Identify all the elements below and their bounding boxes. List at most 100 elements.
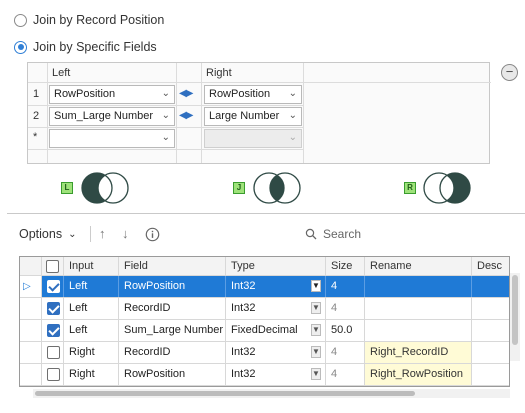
right-field-select[interactable]: RowPosition ⌄	[204, 85, 302, 104]
column-header-input[interactable]: Input	[64, 257, 119, 275]
search-field[interactable]: Search	[305, 227, 361, 241]
right-column-header: Right	[206, 67, 232, 79]
panel-divider	[7, 213, 525, 214]
table-row[interactable]: Right RecordID Int32 ▼ 4 Right_RecordID	[20, 342, 509, 364]
description-cell[interactable]	[472, 364, 509, 385]
type-dropdown-arrow-icon[interactable]: ▼	[311, 346, 321, 358]
input-cell: Left	[64, 276, 119, 297]
include-cell[interactable]	[42, 276, 64, 297]
swap-arrows-icon: ◀▶	[179, 88, 193, 99]
select-all-checkbox[interactable]	[46, 260, 59, 273]
chevron-down-icon: ⌄	[161, 110, 170, 121]
include-cell[interactable]	[42, 342, 64, 363]
join-output-tag: J	[233, 182, 245, 194]
description-cell[interactable]	[472, 320, 509, 341]
size-cell[interactable]: 4	[326, 276, 365, 297]
right-field-select[interactable]: Large Number ⌄	[204, 107, 302, 126]
right-output-tag: R	[404, 182, 416, 194]
type-cell[interactable]: Int32 ▼	[226, 298, 326, 319]
type-cell[interactable]: Int32 ▼	[226, 364, 326, 385]
move-down-arrow-icon[interactable]: ↓	[122, 226, 129, 241]
size-cell[interactable]: 4	[326, 364, 365, 385]
chevron-down-icon: ⌄	[161, 88, 170, 99]
include-cell[interactable]	[42, 320, 64, 341]
field-selection-table: Input Field Type Size Rename Desc ▷ Left…	[19, 256, 510, 387]
type-value: Int32	[231, 368, 256, 380]
column-header-field[interactable]: Field	[119, 257, 226, 275]
horizontal-scrollbar[interactable]	[33, 389, 510, 398]
include-cell[interactable]	[42, 364, 64, 385]
include-checkbox[interactable]	[47, 368, 60, 381]
rename-cell[interactable]: Right_RowPosition	[365, 364, 472, 385]
include-checkbox[interactable]	[47, 302, 60, 315]
table-row[interactable]: ▷ Left RowPosition Int32 ▼ 4	[20, 276, 509, 298]
type-dropdown-arrow-icon[interactable]: ▼	[311, 280, 321, 292]
left-field-select[interactable]: ⌄	[49, 129, 175, 148]
specific-fields-radio[interactable]	[14, 40, 27, 54]
type-dropdown-arrow-icon[interactable]: ▼	[311, 302, 321, 314]
join-fields-grid: Left Right 1 RowPosition ⌄ ◀▶ RowPositio…	[27, 62, 491, 164]
include-checkbox[interactable]	[47, 280, 60, 293]
type-dropdown-arrow-icon[interactable]: ▼	[311, 368, 321, 380]
current-row-arrow-icon: ▷	[23, 281, 31, 292]
info-icon[interactable]	[145, 227, 160, 242]
vertical-scrollbar[interactable]	[510, 273, 520, 361]
description-cell[interactable]	[472, 298, 509, 319]
include-checkbox[interactable]	[47, 346, 60, 359]
search-icon	[305, 228, 317, 240]
move-up-arrow-icon[interactable]: ↑	[99, 226, 106, 241]
field-cell: RecordID	[119, 342, 226, 363]
type-value: FixedDecimal	[231, 324, 298, 336]
type-cell[interactable]: Int32 ▼	[226, 342, 326, 363]
chevron-down-icon: ⌄	[161, 132, 170, 143]
row-indicator-header	[20, 257, 42, 275]
description-cell[interactable]	[472, 342, 509, 363]
table-row[interactable]: Left RecordID Int32 ▼ 4	[20, 298, 509, 320]
record-position-label: Join by Record Position	[33, 13, 165, 27]
size-cell[interactable]: 4	[326, 342, 365, 363]
record-position-radio[interactable]	[14, 13, 27, 27]
options-label: Options	[19, 227, 63, 241]
left-unjoined-venn-icon[interactable]	[80, 171, 134, 205]
column-header-rename[interactable]: Rename	[365, 257, 472, 275]
row-indicator	[20, 298, 42, 319]
scrollbar-thumb[interactable]	[512, 275, 518, 345]
description-cell[interactable]	[472, 276, 509, 297]
left-column-header: Left	[52, 67, 71, 79]
select-all-header[interactable]	[42, 257, 64, 275]
input-cell: Right	[64, 342, 119, 363]
row-indicator	[20, 320, 42, 341]
type-cell[interactable]: FixedDecimal ▼	[226, 320, 326, 341]
toolbar-divider	[90, 226, 91, 242]
options-menu-button[interactable]: Options ⌄	[19, 227, 76, 241]
type-cell[interactable]: Int32 ▼	[226, 276, 326, 297]
column-header-type[interactable]: Type	[226, 257, 326, 275]
column-header-description[interactable]: Desc	[472, 257, 509, 275]
type-value: Int32	[231, 346, 256, 358]
joined-venn-icon[interactable]	[252, 171, 306, 205]
table-row[interactable]: Left Sum_Large Number FixedDecimal ▼ 50.0	[20, 320, 509, 342]
type-dropdown-arrow-icon[interactable]: ▼	[311, 324, 321, 336]
left-field-select[interactable]: Sum_Large Number ⌄	[49, 107, 175, 126]
join-by-specific-fields-option[interactable]: Join by Specific Fields	[14, 40, 157, 54]
row-indicator	[20, 364, 42, 385]
row-indicator: ▷	[20, 276, 42, 297]
rename-cell[interactable]	[365, 320, 472, 341]
rename-cell[interactable]: Right_RecordID	[365, 342, 472, 363]
size-cell[interactable]: 50.0	[326, 320, 365, 341]
field-cell: RecordID	[119, 298, 226, 319]
remove-row-button[interactable]: −	[501, 64, 518, 81]
left-field-select[interactable]: RowPosition ⌄	[49, 85, 175, 104]
field-cell: RowPosition	[119, 364, 226, 385]
scrollbar-thumb[interactable]	[35, 391, 415, 396]
input-cell: Left	[64, 298, 119, 319]
include-checkbox[interactable]	[47, 324, 60, 337]
rename-cell[interactable]	[365, 276, 472, 297]
column-header-size[interactable]: Size	[326, 257, 365, 275]
table-row[interactable]: Right RowPosition Int32 ▼ 4 Right_RowPosi…	[20, 364, 509, 386]
rename-cell[interactable]	[365, 298, 472, 319]
right-unjoined-venn-icon[interactable]	[422, 171, 476, 205]
size-cell[interactable]: 4	[326, 298, 365, 319]
join-by-record-position-option[interactable]: Join by Record Position	[14, 13, 164, 27]
include-cell[interactable]	[42, 298, 64, 319]
